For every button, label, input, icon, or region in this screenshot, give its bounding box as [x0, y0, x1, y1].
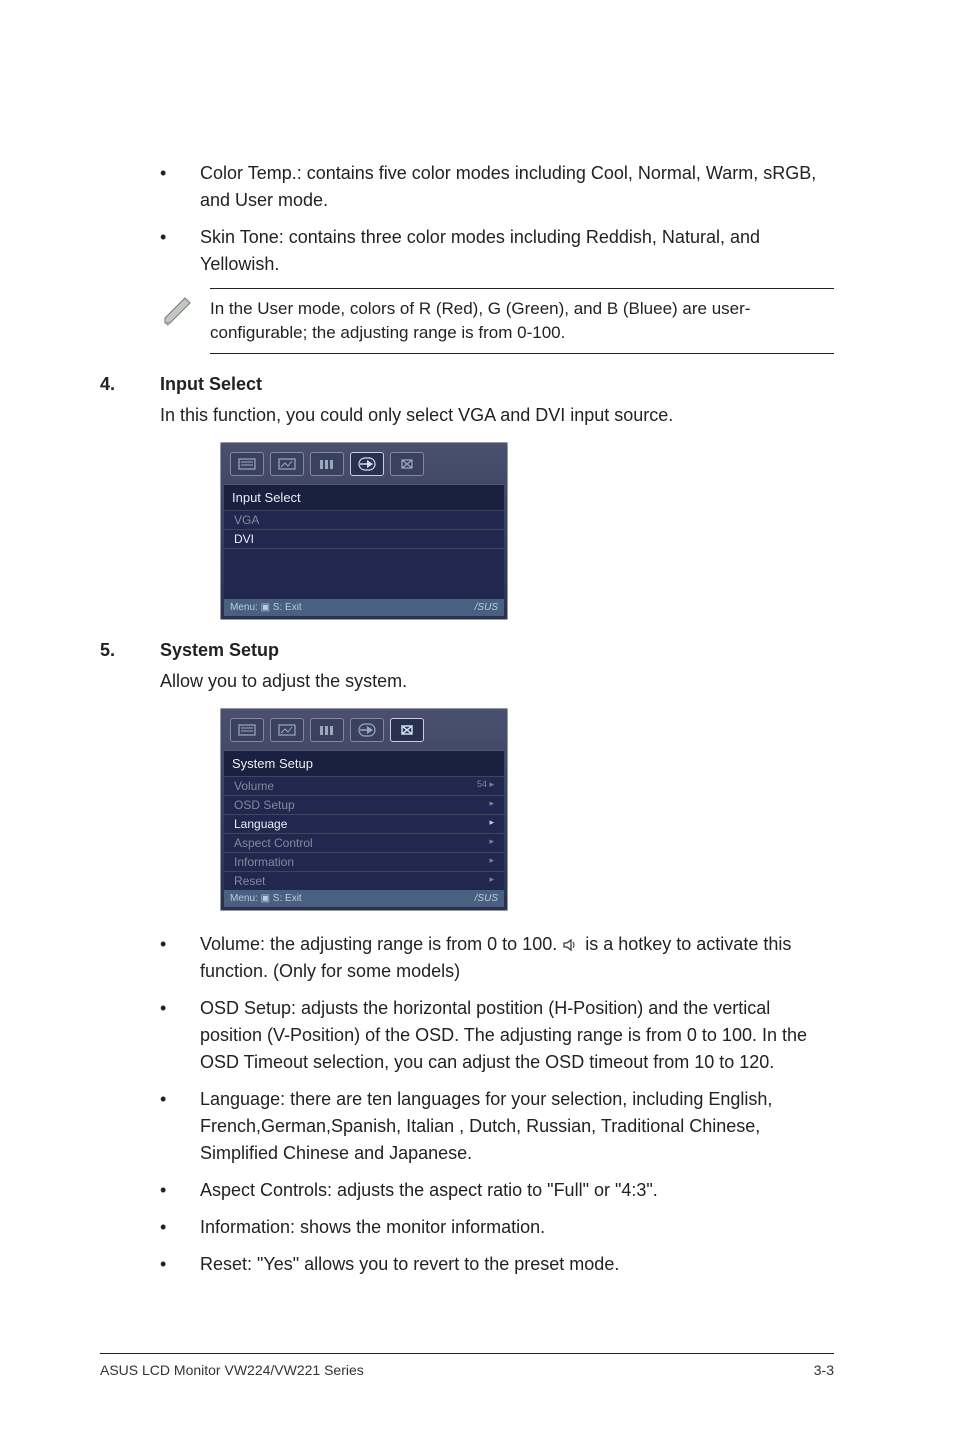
- osd-system-setup: System Setup Volume54 ▸ OSD Setup▸ Langu…: [220, 708, 508, 911]
- section-title: Input Select: [160, 374, 262, 395]
- osd-footer-left: Menu: ▣ S: Exit: [230, 893, 302, 904]
- osd-title: System Setup: [224, 750, 504, 776]
- osd-input-select: Input Select VGA DVI Menu: ▣ S: Exit /SU…: [220, 442, 508, 620]
- section-number: 5.: [100, 640, 160, 661]
- tab-input-icon: [350, 452, 384, 476]
- list-item: • Volume: the adjusting range is from 0 …: [160, 931, 834, 985]
- osd-footer-brand: /SUS: [475, 893, 498, 904]
- top-bullet-list: • Color Temp.: contains five color modes…: [160, 160, 834, 278]
- footer-right: 3-3: [814, 1362, 834, 1378]
- speaker-icon: [562, 938, 580, 952]
- tab-color-icon: [310, 452, 344, 476]
- tab-image-icon: [270, 718, 304, 742]
- osd-row-vga: VGA: [224, 510, 504, 529]
- osd-row-reset: Reset▸: [224, 871, 504, 890]
- list-item: • Language: there are ten languages for …: [160, 1086, 834, 1167]
- bottom-bullet-list: • Volume: the adjusting range is from 0 …: [160, 931, 834, 1278]
- section-desc: Allow you to adjust the system.: [160, 669, 834, 694]
- section-title: System Setup: [160, 640, 279, 661]
- tab-system-icon: [390, 452, 424, 476]
- list-item: • Information: shows the monitor informa…: [160, 1214, 834, 1241]
- tab-splendid-icon: [230, 718, 264, 742]
- osd-tabs: [224, 712, 504, 750]
- osd-title: Input Select: [224, 484, 504, 510]
- osd-tabs: [224, 446, 504, 484]
- osd-footer-brand: /SUS: [475, 602, 498, 613]
- list-item: • OSD Setup: adjusts the horizontal post…: [160, 995, 834, 1076]
- tab-system-icon: [390, 718, 424, 742]
- section-heading-input-select: 4. Input Select: [100, 374, 834, 395]
- osd-row-language: Language▸: [224, 814, 504, 833]
- osd-row-aspect: Aspect Control▸: [224, 833, 504, 852]
- bullet-text: Volume: the adjusting range is from 0 to…: [200, 934, 562, 954]
- osd-footer: Menu: ▣ S: Exit /SUS: [224, 599, 504, 616]
- osd-footer-left: Menu: ▣ S: Exit: [230, 602, 302, 613]
- note-text: In the User mode, colors of R (Red), G (…: [210, 288, 834, 354]
- tab-splendid-icon: [230, 452, 264, 476]
- bullet-text: Color Temp.: contains five color modes i…: [200, 160, 834, 214]
- bullet-text: Language: there are ten languages for yo…: [200, 1086, 834, 1167]
- osd-footer: Menu: ▣ S: Exit /SUS: [224, 890, 504, 907]
- tab-color-icon: [310, 718, 344, 742]
- page-footer: ASUS LCD Monitor VW224/VW221 Series 3-3: [100, 1353, 834, 1378]
- pencil-icon: [160, 288, 200, 328]
- list-item: • Skin Tone: contains three color modes …: [160, 224, 834, 278]
- note-box: In the User mode, colors of R (Red), G (…: [160, 288, 834, 354]
- osd-row-information: Information▸: [224, 852, 504, 871]
- osd-row-osd-setup: OSD Setup▸: [224, 795, 504, 814]
- tab-input-icon: [350, 718, 384, 742]
- bullet-text: Skin Tone: contains three color modes in…: [200, 224, 834, 278]
- bullet-text: Information: shows the monitor informati…: [200, 1214, 834, 1241]
- list-item: • Reset: "Yes" allows you to revert to t…: [160, 1251, 834, 1278]
- section-number: 4.: [100, 374, 160, 395]
- section-heading-system-setup: 5. System Setup: [100, 640, 834, 661]
- section-desc: In this function, you could only select …: [160, 403, 834, 428]
- list-item: • Aspect Controls: adjusts the aspect ra…: [160, 1177, 834, 1204]
- osd-row-volume: Volume54 ▸: [224, 776, 504, 795]
- list-item: • Color Temp.: contains five color modes…: [160, 160, 834, 214]
- tab-image-icon: [270, 452, 304, 476]
- bullet-text: Reset: "Yes" allows you to revert to the…: [200, 1251, 834, 1278]
- osd-row-dvi: DVI: [224, 529, 504, 548]
- footer-left: ASUS LCD Monitor VW224/VW221 Series: [100, 1362, 364, 1378]
- bullet-text: OSD Setup: adjusts the horizontal postit…: [200, 995, 834, 1076]
- bullet-text: Aspect Controls: adjusts the aspect rati…: [200, 1177, 834, 1204]
